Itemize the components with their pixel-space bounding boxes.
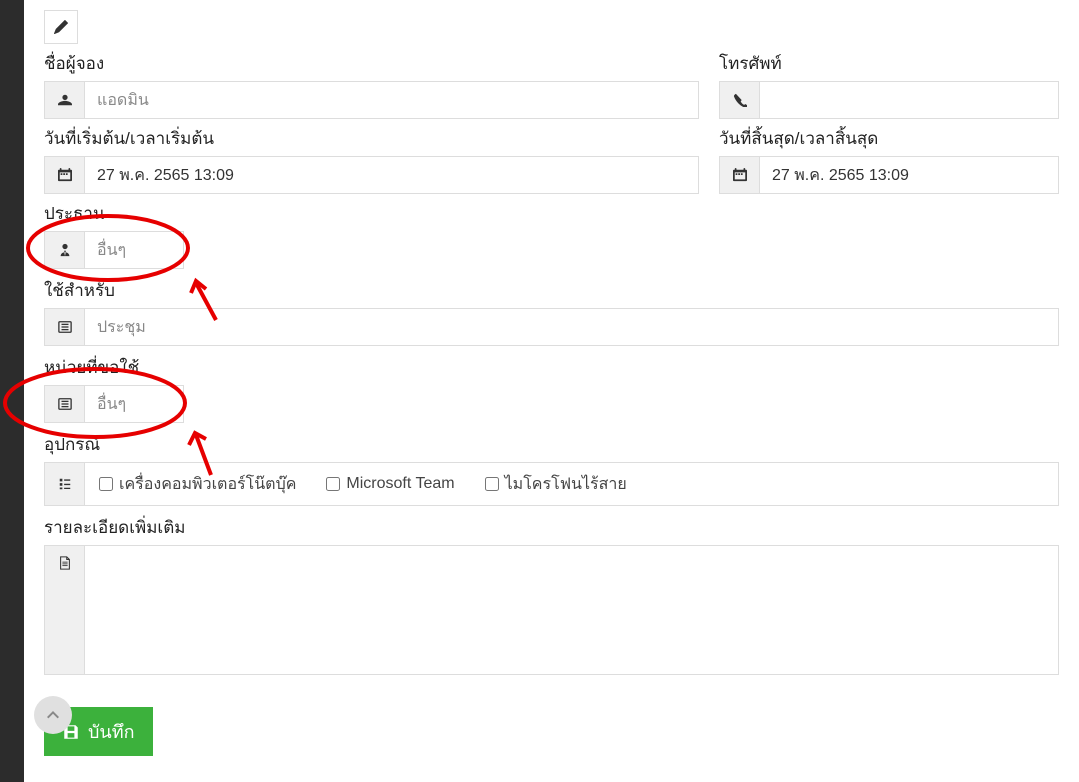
input-group-booker-name (44, 81, 699, 119)
label-start-datetime: วันที่เริ่มต้น/เวลาเริ่มต้น (44, 125, 699, 152)
equipment-option-0[interactable]: เครื่องคอมพิวเตอร์โน๊ตบุ๊ค (99, 472, 296, 497)
checklist-icon (45, 463, 85, 505)
list-icon (45, 386, 85, 422)
user-icon (45, 82, 85, 118)
save-button-label: บันทึก (88, 717, 135, 746)
user-tie-icon (45, 232, 85, 268)
equipment-checkbox-1[interactable] (326, 477, 340, 491)
input-group-phone (719, 81, 1059, 119)
phone-input[interactable] (760, 82, 1058, 118)
pencil-icon (54, 20, 68, 34)
input-group-use-for (44, 308, 1059, 346)
row-booker-phone: ชื่อผู้จอง โทรศัพท์ (44, 50, 1059, 119)
document-icon (45, 546, 85, 674)
equipment-option-2[interactable]: ไมโครโฟนไร้สาย (485, 472, 627, 497)
use-for-select[interactable] (85, 309, 1058, 345)
label-end-datetime: วันที่สิ้นสุด/เวลาสิ้นสุด (719, 125, 1059, 152)
edit-button[interactable] (44, 10, 78, 44)
label-use-for: ใช้สำหรับ (44, 277, 1059, 304)
label-equipment: อุปกรณ์ (44, 431, 1059, 458)
chairman-select[interactable] (85, 232, 316, 268)
form-content: ชื่อผู้จอง โทรศัพท์ วันที่เริ่มต้น/เวลาเ… (24, 0, 1079, 756)
label-additional-details: รายละเอียดเพิ่มเติม (44, 514, 1059, 541)
booker-name-input[interactable] (85, 82, 698, 118)
label-requesting-unit: หน่วยที่ขอใช้ (44, 354, 1059, 381)
equipment-label-1: Microsoft Team (346, 475, 454, 493)
section-requesting-unit: หน่วยที่ขอใช้ (44, 354, 1059, 423)
calendar-icon (720, 157, 760, 193)
row-datetime: วันที่เริ่มต้น/เวลาเริ่มต้น วันที่สิ้นสุ… (44, 125, 1059, 194)
list-icon (45, 309, 85, 345)
label-phone: โทรศัพท์ (719, 50, 1059, 77)
equipment-label-0: เครื่องคอมพิวเตอร์โน๊ตบุ๊ค (119, 472, 296, 497)
input-group-end-datetime (719, 156, 1059, 194)
end-datetime-input[interactable] (760, 157, 1058, 193)
section-use-for: ใช้สำหรับ (44, 277, 1059, 346)
section-chairman: ประธาน (44, 200, 1059, 269)
equipment-container: เครื่องคอมพิวเตอร์โน๊ตบุ๊ค Microsoft Tea… (44, 462, 1059, 506)
label-booker-name: ชื่อผู้จอง (44, 50, 699, 77)
start-datetime-input[interactable] (85, 157, 698, 193)
requesting-unit-select[interactable] (85, 386, 316, 422)
equipment-checkbox-0[interactable] (99, 477, 113, 491)
equipment-option-1[interactable]: Microsoft Team (326, 475, 454, 493)
textarea-group (44, 545, 1059, 675)
input-group-start-datetime (44, 156, 699, 194)
label-chairman: ประธาน (44, 200, 1059, 227)
input-group-requesting-unit (44, 385, 184, 423)
section-equipment: อุปกรณ์ เครื่องคอมพิวเตอร์โน๊ตบุ๊ค Micro… (44, 431, 1059, 506)
chevron-up-icon (45, 707, 61, 723)
phone-icon (720, 82, 760, 118)
sidebar-collapsed (0, 0, 24, 782)
equipment-checkbox-2[interactable] (485, 477, 499, 491)
additional-details-textarea[interactable] (85, 546, 1058, 674)
checkbox-group: เครื่องคอมพิวเตอร์โน๊ตบุ๊ค Microsoft Tea… (85, 472, 641, 497)
input-group-chairman (44, 231, 184, 269)
calendar-icon (45, 157, 85, 193)
equipment-label-2: ไมโครโฟนไร้สาย (505, 472, 627, 497)
section-additional-details: รายละเอียดเพิ่มเติม (44, 514, 1059, 675)
scroll-to-top-button[interactable] (34, 696, 72, 734)
